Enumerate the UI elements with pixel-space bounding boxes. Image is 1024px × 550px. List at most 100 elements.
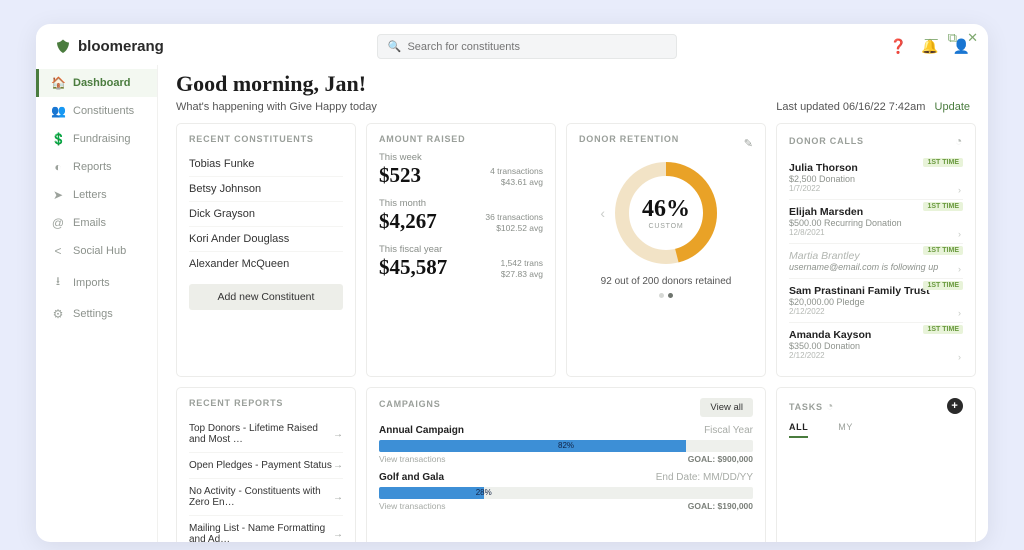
chart-icon: ◐ bbox=[51, 160, 65, 174]
report-row[interactable]: Open Pledges - Payment Status→ bbox=[189, 453, 343, 479]
sidebar-item-reports[interactable]: ◐Reports bbox=[36, 153, 157, 181]
campaign-end: End Date: MM/DD/YY bbox=[656, 472, 753, 483]
sidebar-item-dashboard[interactable]: 🏠 Dashboard bbox=[36, 69, 157, 97]
view-transactions-link[interactable]: View transactions bbox=[379, 454, 445, 464]
chevron-right-icon: › bbox=[958, 264, 961, 274]
add-constituent-button[interactable]: Add new Constituent bbox=[189, 284, 343, 310]
donor-call-row[interactable]: Elijah Marsden $500.00 Recurring Donatio… bbox=[789, 200, 963, 244]
card-title: DONOR RETENTION bbox=[579, 134, 679, 144]
dot[interactable] bbox=[659, 293, 664, 298]
recent-constituents-card: RECENT CONSTITUENTS Tobias Funke Betsy J… bbox=[176, 123, 356, 377]
first-time-badge: 1ST TIME bbox=[923, 325, 963, 334]
report-name: Open Pledges - Payment Status bbox=[189, 460, 332, 471]
arrow-right-icon: → bbox=[333, 429, 343, 440]
constituent-row[interactable]: Dick Grayson bbox=[189, 202, 343, 227]
sidebar-item-letters[interactable]: ➤Letters bbox=[36, 181, 157, 209]
metric-label: This month bbox=[379, 198, 543, 209]
first-time-badge: 1ST TIME bbox=[923, 246, 963, 255]
sidebar-item-settings[interactable]: ⚙ Settings bbox=[36, 300, 157, 328]
last-updated-text: Last updated 06/16/22 7:42am bbox=[776, 101, 925, 113]
chevron-right-icon: › bbox=[958, 229, 961, 239]
constituent-row[interactable]: Tobias Funke bbox=[189, 152, 343, 177]
recent-reports-card: RECENT REPORTS Top Donors - Lifetime Rai… bbox=[176, 387, 356, 542]
sidebar-item-label: Social Hub bbox=[73, 245, 126, 257]
search-field[interactable] bbox=[407, 41, 665, 53]
brand-logo[interactable]: bloomerang bbox=[54, 38, 164, 56]
sidebar-item-label: Settings bbox=[73, 308, 113, 320]
last-updated: Last updated 06/16/22 7:42am Update bbox=[776, 101, 970, 113]
maximize-icon[interactable]: ⧉ bbox=[948, 30, 957, 46]
sidebar-item-label: Letters bbox=[73, 189, 107, 201]
chart-icon[interactable]: ◔ bbox=[955, 134, 963, 148]
retention-donut-chart: 46% CUSTOM bbox=[611, 158, 721, 268]
campaign-goal: GOAL: $900,000 bbox=[688, 454, 753, 464]
donor-call-row[interactable]: Sam Prastinani Family Trust $20,000.00 P… bbox=[789, 279, 963, 323]
arrow-right-icon: → bbox=[333, 529, 343, 540]
window-controls: — ⧉ ✕ bbox=[925, 30, 978, 46]
donor-call-row[interactable]: Julia Thorson $2,500 Donation 1/7/2022 1… bbox=[789, 156, 963, 200]
page-subtitle: What's happening with Give Happy today bbox=[176, 101, 377, 113]
campaign-row: Golf and GalaEnd Date: MM/DD/YY 28% View… bbox=[379, 472, 753, 511]
leaf-icon bbox=[54, 38, 72, 56]
search-input[interactable]: 🔍 bbox=[377, 34, 677, 59]
gear-icon: ⚙ bbox=[51, 307, 65, 321]
report-row[interactable]: Top Donors - Lifetime Raised and Most …→ bbox=[189, 416, 343, 453]
campaign-name: Golf and Gala bbox=[379, 472, 444, 483]
edit-icon[interactable]: ✎ bbox=[744, 137, 753, 150]
constituent-row[interactable]: Kori Ander Douglass bbox=[189, 227, 343, 252]
home-icon: 🏠 bbox=[51, 76, 65, 90]
sidebar-item-fundraising[interactable]: 💲Fundraising bbox=[36, 125, 157, 153]
chart-icon[interactable]: ◔ bbox=[826, 399, 834, 413]
report-row[interactable]: Mailing List - Name Formatting and Ad…→ bbox=[189, 516, 343, 542]
first-time-badge: 1ST TIME bbox=[923, 202, 963, 211]
sidebar-item-imports[interactable]: ⭳ Imports bbox=[36, 265, 157, 300]
view-transactions-link[interactable]: View transactions bbox=[379, 501, 445, 511]
retention-percent: 46% bbox=[642, 196, 690, 223]
campaign-row: Annual CampaignFiscal Year 82% View tran… bbox=[379, 425, 753, 464]
metric-value: $45,587 bbox=[379, 255, 447, 280]
metric-label: This week bbox=[379, 152, 543, 163]
card-title: TASKS bbox=[789, 402, 823, 412]
arrow-right-icon: → bbox=[333, 492, 343, 503]
dot[interactable] bbox=[668, 293, 673, 298]
share-icon: < bbox=[51, 244, 65, 258]
tasks-card: TASKS ◔ + ALL MY bbox=[776, 387, 976, 542]
first-time-badge: 1ST TIME bbox=[923, 281, 963, 290]
update-link[interactable]: Update bbox=[935, 101, 970, 113]
call-desc: $2,500 Donation bbox=[789, 174, 963, 184]
call-date: 12/8/2021 bbox=[789, 228, 963, 237]
campaign-end: Fiscal Year bbox=[704, 425, 753, 436]
prev-arrow-icon[interactable]: ‹ bbox=[600, 205, 605, 221]
donor-call-row[interactable]: Amanda Kayson $350.00 Donation 2/12/2022… bbox=[789, 323, 963, 366]
sidebar-item-label: Imports bbox=[73, 277, 110, 289]
view-all-button[interactable]: View all bbox=[700, 398, 753, 417]
tab-all[interactable]: ALL bbox=[789, 422, 808, 438]
sidebar-item-label: Dashboard bbox=[73, 77, 130, 89]
call-desc: $350.00 Donation bbox=[789, 341, 963, 351]
constituent-row[interactable]: Alexander McQueen bbox=[189, 252, 343, 276]
constituent-row[interactable]: Betsy Johnson bbox=[189, 177, 343, 202]
page-title: Good morning, Jan! bbox=[176, 71, 970, 97]
arrow-right-icon: → bbox=[333, 460, 343, 471]
first-time-badge: 1ST TIME bbox=[923, 158, 963, 167]
sidebar-item-social-hub[interactable]: < Social Hub bbox=[36, 237, 157, 265]
sidebar-item-emails[interactable]: @Emails bbox=[36, 209, 157, 237]
minimize-icon[interactable]: — bbox=[925, 31, 938, 46]
donor-call-row[interactable]: Martia Brantley username@email.com is fo… bbox=[789, 244, 963, 279]
topbar: bloomerang 🔍 ❓ 🔔 👤 bbox=[36, 24, 988, 65]
chevron-right-icon: › bbox=[958, 185, 961, 195]
amount-raised-card: AMOUNT RAISED This week $523 4 transacti… bbox=[366, 123, 556, 377]
help-icon[interactable]: ❓ bbox=[890, 38, 907, 55]
card-title: DONOR CALLS bbox=[789, 136, 864, 146]
download-icon: ⭳ bbox=[51, 272, 65, 293]
close-icon[interactable]: ✕ bbox=[967, 30, 978, 46]
sidebar-item-constituents[interactable]: 👥Constituents bbox=[36, 97, 157, 125]
report-name: Top Donors - Lifetime Raised and Most … bbox=[189, 423, 333, 445]
tab-my[interactable]: MY bbox=[838, 422, 853, 438]
report-row[interactable]: No Activity - Constituents with Zero En…… bbox=[189, 479, 343, 516]
add-task-button[interactable]: + bbox=[947, 398, 963, 414]
card-title: RECENT CONSTITUENTS bbox=[189, 134, 343, 144]
report-name: Mailing List - Name Formatting and Ad… bbox=[189, 523, 333, 542]
app-window: — ⧉ ✕ bloomerang 🔍 ❓ 🔔 👤 🏠 Dashboard 👥Con… bbox=[36, 24, 988, 542]
metric-sub: 1,542 trans$27.83 avg bbox=[500, 258, 543, 280]
